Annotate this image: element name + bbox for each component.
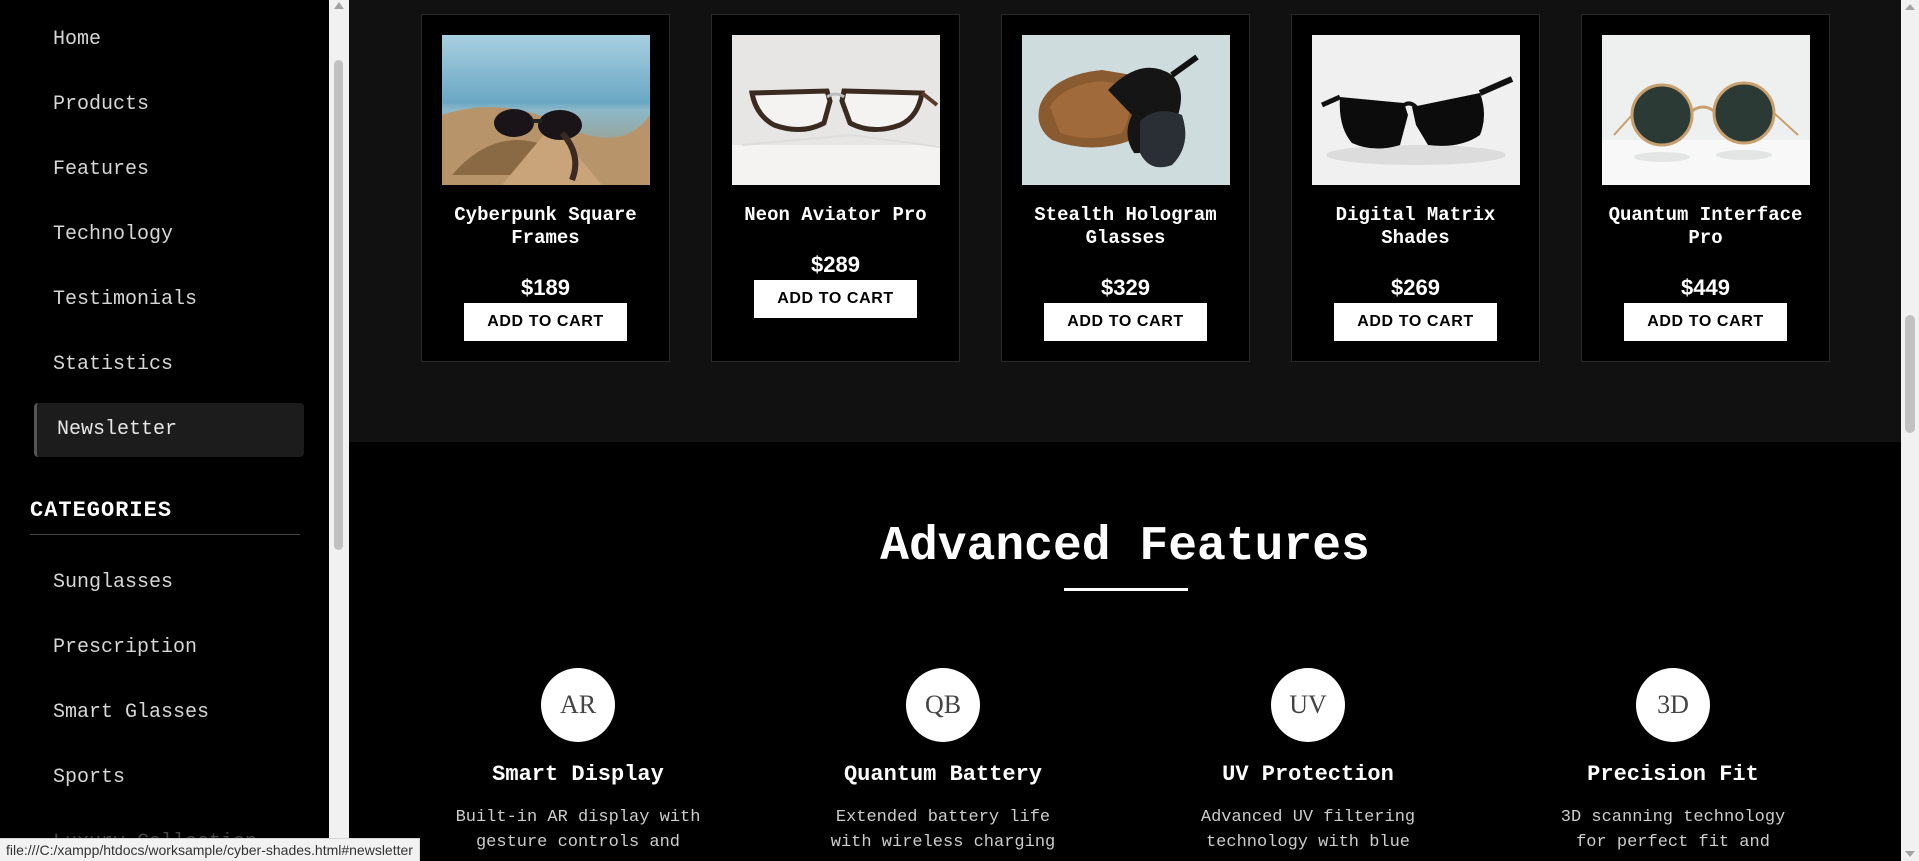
- sidebar-item-products[interactable]: Products: [53, 93, 149, 116]
- categories-heading: CATEGORIES: [30, 498, 173, 523]
- sidebar-item-statistics[interactable]: Statistics: [53, 353, 173, 376]
- product-price: $269: [1391, 275, 1440, 300]
- main-content: Cyberpunk Square Frames $189 ADD TO CART…: [349, 0, 1901, 861]
- page-scrollbar-thumb[interactable]: [1905, 315, 1915, 433]
- sidebar-item-technology[interactable]: Technology: [53, 223, 173, 246]
- feature-item: QB Quantum Battery Extended battery life…: [793, 668, 1093, 855]
- sidebar-scrollbar-thumb[interactable]: [334, 60, 343, 550]
- page-scrollbar[interactable]: [1901, 0, 1919, 861]
- 3d-badge-icon: 3D: [1636, 668, 1710, 742]
- product-price: $189: [521, 275, 570, 300]
- feature-description: Advanced UV filtering technology with bl…: [1200, 808, 1416, 852]
- add-to-cart-button[interactable]: ADD TO CART: [1044, 303, 1207, 341]
- sidebar: Home Products Features Technology Testim…: [0, 0, 329, 861]
- uv-badge-icon: UV: [1271, 668, 1345, 742]
- sidebar-item-home[interactable]: Home: [53, 28, 101, 51]
- sidebar-item-label: Newsletter: [57, 418, 178, 441]
- title-underline: [1064, 588, 1188, 591]
- category-item-prescription[interactable]: Prescription: [53, 636, 197, 659]
- product-image-sunglasses-on-sand[interactable]: [442, 35, 650, 185]
- product-price: $449: [1681, 275, 1730, 300]
- sidebar-item-testimonials[interactable]: Testimonials: [53, 288, 197, 311]
- product-image-clear-browline-glasses[interactable]: [732, 35, 940, 185]
- product-price: $329: [1101, 275, 1150, 300]
- browser-status-bar: file:///C:/xampp/htdocs/worksample/cyber…: [0, 838, 420, 861]
- product-name: Digital Matrix Shades: [1335, 204, 1496, 249]
- ar-badge-icon: AR: [541, 668, 615, 742]
- products-section: Cyberpunk Square Frames $189 ADD TO CART…: [349, 0, 1901, 442]
- product-card: Stealth Hologram Glasses $329 ADD TO CAR…: [1001, 14, 1250, 362]
- product-card: Digital Matrix Shades $269 ADD TO CART: [1291, 14, 1540, 362]
- product-price: $289: [811, 252, 860, 277]
- product-card: Neon Aviator Pro $289 ADD TO CART: [711, 14, 960, 362]
- add-to-cart-button[interactable]: ADD TO CART: [1334, 303, 1497, 341]
- product-name: Cyberpunk Square Frames: [454, 204, 637, 249]
- product-image-sunglasses-with-brown-case[interactable]: [1022, 35, 1230, 185]
- feature-item: AR Smart Display Built-in AR display wit…: [428, 668, 728, 855]
- feature-item: UV UV Protection Advanced UV filtering t…: [1158, 668, 1458, 855]
- feature-title: Precision Fit: [1587, 762, 1759, 787]
- sidebar-item-features[interactable]: Features: [53, 158, 149, 181]
- add-to-cart-button[interactable]: ADD TO CART: [464, 303, 627, 341]
- product-name: Stealth Hologram Glasses: [1034, 204, 1217, 249]
- product-name: Neon Aviator Pro: [744, 204, 927, 226]
- feature-description: 3D scanning technology for perfect fit a…: [1560, 808, 1786, 852]
- add-to-cart-button[interactable]: ADD TO CART: [754, 280, 917, 318]
- feature-description: Extended battery life with wireless char…: [830, 808, 1056, 852]
- feature-item: 3D Precision Fit 3D scanning technology …: [1523, 668, 1823, 855]
- category-item-sports[interactable]: Sports: [53, 766, 125, 789]
- scroll-up-arrow-icon[interactable]: [334, 2, 344, 9]
- product-card: Quantum Interface Pro $449 ADD TO CART: [1581, 14, 1830, 362]
- sidebar-item-newsletter[interactable]: Newsletter: [34, 403, 304, 457]
- qb-badge-icon: QB: [906, 668, 980, 742]
- sidebar-scrollbar[interactable]: [329, 0, 349, 861]
- category-item-smart-glasses[interactable]: Smart Glasses: [53, 701, 209, 724]
- product-card: Cyberpunk Square Frames $189 ADD TO CART: [421, 14, 670, 362]
- add-to-cart-button[interactable]: ADD TO CART: [1624, 303, 1787, 341]
- feature-title: Quantum Battery: [843, 762, 1043, 787]
- product-image-black-wayfarer-sunglasses[interactable]: [1312, 35, 1520, 185]
- product-name: Quantum Interface Pro: [1608, 204, 1803, 249]
- scroll-down-arrow-icon[interactable]: [1905, 851, 1915, 857]
- category-item-sunglasses[interactable]: Sunglasses: [53, 571, 173, 594]
- feature-description: Built-in AR display with gesture control…: [455, 808, 701, 852]
- feature-title: UV Protection: [1222, 762, 1394, 787]
- product-image-round-gold-sunglasses[interactable]: [1602, 35, 1810, 185]
- features-section-title: Advanced Features: [880, 520, 1370, 574]
- scroll-up-arrow-icon[interactable]: [1905, 4, 1915, 10]
- categories-divider: [30, 534, 300, 535]
- feature-title: Smart Display: [492, 762, 664, 787]
